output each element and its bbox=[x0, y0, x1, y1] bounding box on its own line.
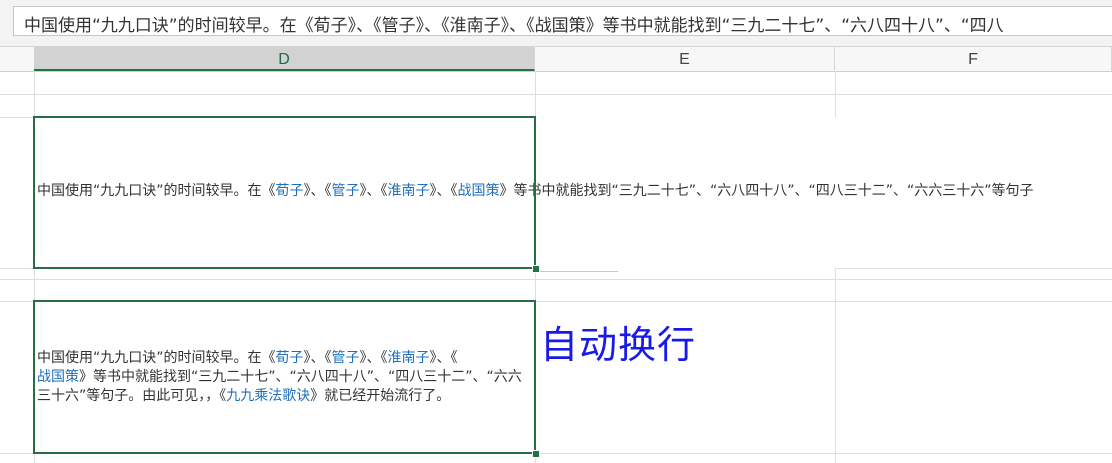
formula-bar: 中国使用“九九口诀”的时间较早。在《荀子》、《管子》、《淮南子》、《战国策》等书… bbox=[0, 0, 1112, 47]
grid-line bbox=[835, 268, 1112, 269]
fill-handle[interactable] bbox=[532, 450, 540, 458]
column-header-row: D E F bbox=[0, 47, 1112, 72]
grid-line bbox=[538, 271, 618, 272]
grid-line bbox=[0, 94, 1112, 95]
fill-handle[interactable] bbox=[532, 265, 540, 273]
grid-line bbox=[0, 279, 1112, 280]
formula-text: 中国使用“九九口诀”的时间较早。在《荀子》、《管子》、《淮南子》、《战国策》等书… bbox=[24, 16, 1004, 36]
formula-input[interactable]: 中国使用“九九口诀”的时间较早。在《荀子》、《管子》、《淮南子》、《战国策》等书… bbox=[13, 6, 1112, 36]
column-header-f[interactable]: F bbox=[835, 47, 1112, 71]
wrap-text-annotation: 自动换行 bbox=[540, 323, 697, 367]
cell-selection-border bbox=[33, 300, 536, 454]
cell-selection-border bbox=[33, 116, 536, 269]
partial-row-text bbox=[40, 458, 120, 463]
text-segment: 》等书中就能找到“三九二十七”、“六八四十八”、“四八三十二”、“六六三十六”等… bbox=[499, 183, 1034, 199]
column-header-e[interactable]: E bbox=[535, 47, 835, 71]
column-header-d[interactable]: D bbox=[34, 47, 535, 71]
